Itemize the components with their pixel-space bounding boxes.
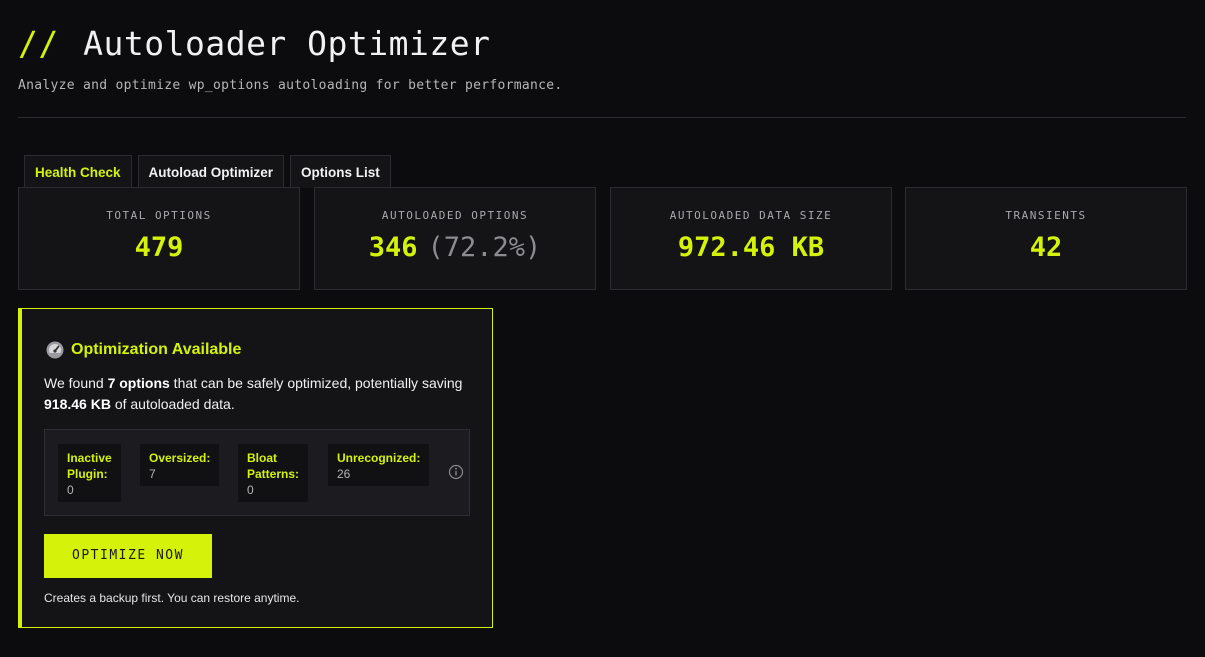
savings-amount: 918.46 KB xyxy=(44,395,111,412)
tab-bar: Health Check Autoload Optimizer Options … xyxy=(24,155,391,188)
optimization-summary: We found 7 options that can be safely op… xyxy=(44,373,484,414)
stat-label: AUTOLOADED DATA SIZE xyxy=(669,209,833,222)
chip-value: 26 xyxy=(337,467,351,481)
tab-health-check[interactable]: Health Check xyxy=(24,155,132,188)
stats-row: TOTAL OPTIONS 479 AUTOLOADED OPTIONS 346… xyxy=(18,187,1187,290)
info-icon[interactable] xyxy=(448,464,464,480)
stat-value: 972.46 KB xyxy=(677,232,825,263)
tab-autoload-optimizer[interactable]: Autoload Optimizer xyxy=(137,155,285,188)
stat-card-autoloaded-size: AUTOLOADED DATA SIZE 972.46 KB xyxy=(610,187,892,290)
optimization-panel: Optimization Available We found 7 option… xyxy=(18,308,493,628)
stat-value: 346 (72.2%) xyxy=(315,232,595,263)
options-count: 7 options xyxy=(107,375,170,391)
summary-text: of autoloaded data. xyxy=(110,395,235,412)
chip-label-line: Plugin: xyxy=(67,467,108,481)
chip-label: Oversized: xyxy=(149,451,211,465)
chip-value: 0 xyxy=(247,483,254,497)
stat-value: 42 xyxy=(1029,232,1063,263)
chip-value: 0 xyxy=(67,483,74,497)
breakdown-inactive-plugin: Inactive Plugin: 0 xyxy=(58,444,121,502)
page-subtitle: Analyze and optimize wp_options autoload… xyxy=(18,78,563,93)
optimization-title-text: Optimization Available xyxy=(71,341,242,358)
breakdown-bloat-patterns: Bloat Patterns: 0 xyxy=(238,444,309,502)
stat-label: AUTOLOADED OPTIONS xyxy=(381,209,529,222)
optimize-now-button[interactable]: OPTIMIZE NOW xyxy=(44,534,212,578)
stat-card-total-options: TOTAL OPTIONS 479 xyxy=(18,187,300,290)
tab-options-list[interactable]: Options List xyxy=(290,155,391,188)
title-text: Autoloader Optimizer xyxy=(83,24,491,63)
stat-label: TOTAL OPTIONS xyxy=(106,209,212,222)
chip-label: Inactive Plugin: xyxy=(67,450,112,482)
stat-card-autoloaded-options: AUTOLOADED OPTIONS 346 (72.2%) xyxy=(314,187,596,290)
stat-value: 479 xyxy=(134,232,184,263)
summary-text: We found xyxy=(44,375,108,391)
breakdown-box: Inactive Plugin: 0 Oversized: 7 Bloat Patt… xyxy=(44,429,470,516)
gauge-icon xyxy=(45,340,65,360)
breakdown-unrecognized: Unrecognized: 26 xyxy=(328,444,430,486)
chip-label-line: Patterns: xyxy=(247,467,300,481)
optimization-title: Optimization Available xyxy=(45,340,241,360)
header-divider xyxy=(18,117,1186,118)
stat-label: TRANSIENTS xyxy=(1005,209,1087,222)
chip-label-line: Inactive xyxy=(67,451,112,465)
stat-value-number: 346 xyxy=(368,232,418,263)
title-prefix: // xyxy=(18,24,59,63)
stat-value-percent: (72.2%) xyxy=(427,232,542,263)
chip-label: Bloat Patterns: xyxy=(247,450,299,482)
page-title: // Autoloader Optimizer xyxy=(18,24,1186,63)
breakdown-oversized: Oversized: 7 xyxy=(140,444,220,486)
page-header: // Autoloader Optimizer Analyze and opti… xyxy=(18,24,1186,93)
chip-value: 7 xyxy=(149,467,156,481)
chip-label: Unrecognized: xyxy=(337,451,421,465)
stat-card-transients: TRANSIENTS 42 xyxy=(905,187,1187,290)
chip-label-line: Bloat xyxy=(247,451,277,465)
summary-text: that can be safely optimized, potentiall… xyxy=(169,375,463,391)
backup-note: Creates a backup first. You can restore … xyxy=(44,591,300,605)
